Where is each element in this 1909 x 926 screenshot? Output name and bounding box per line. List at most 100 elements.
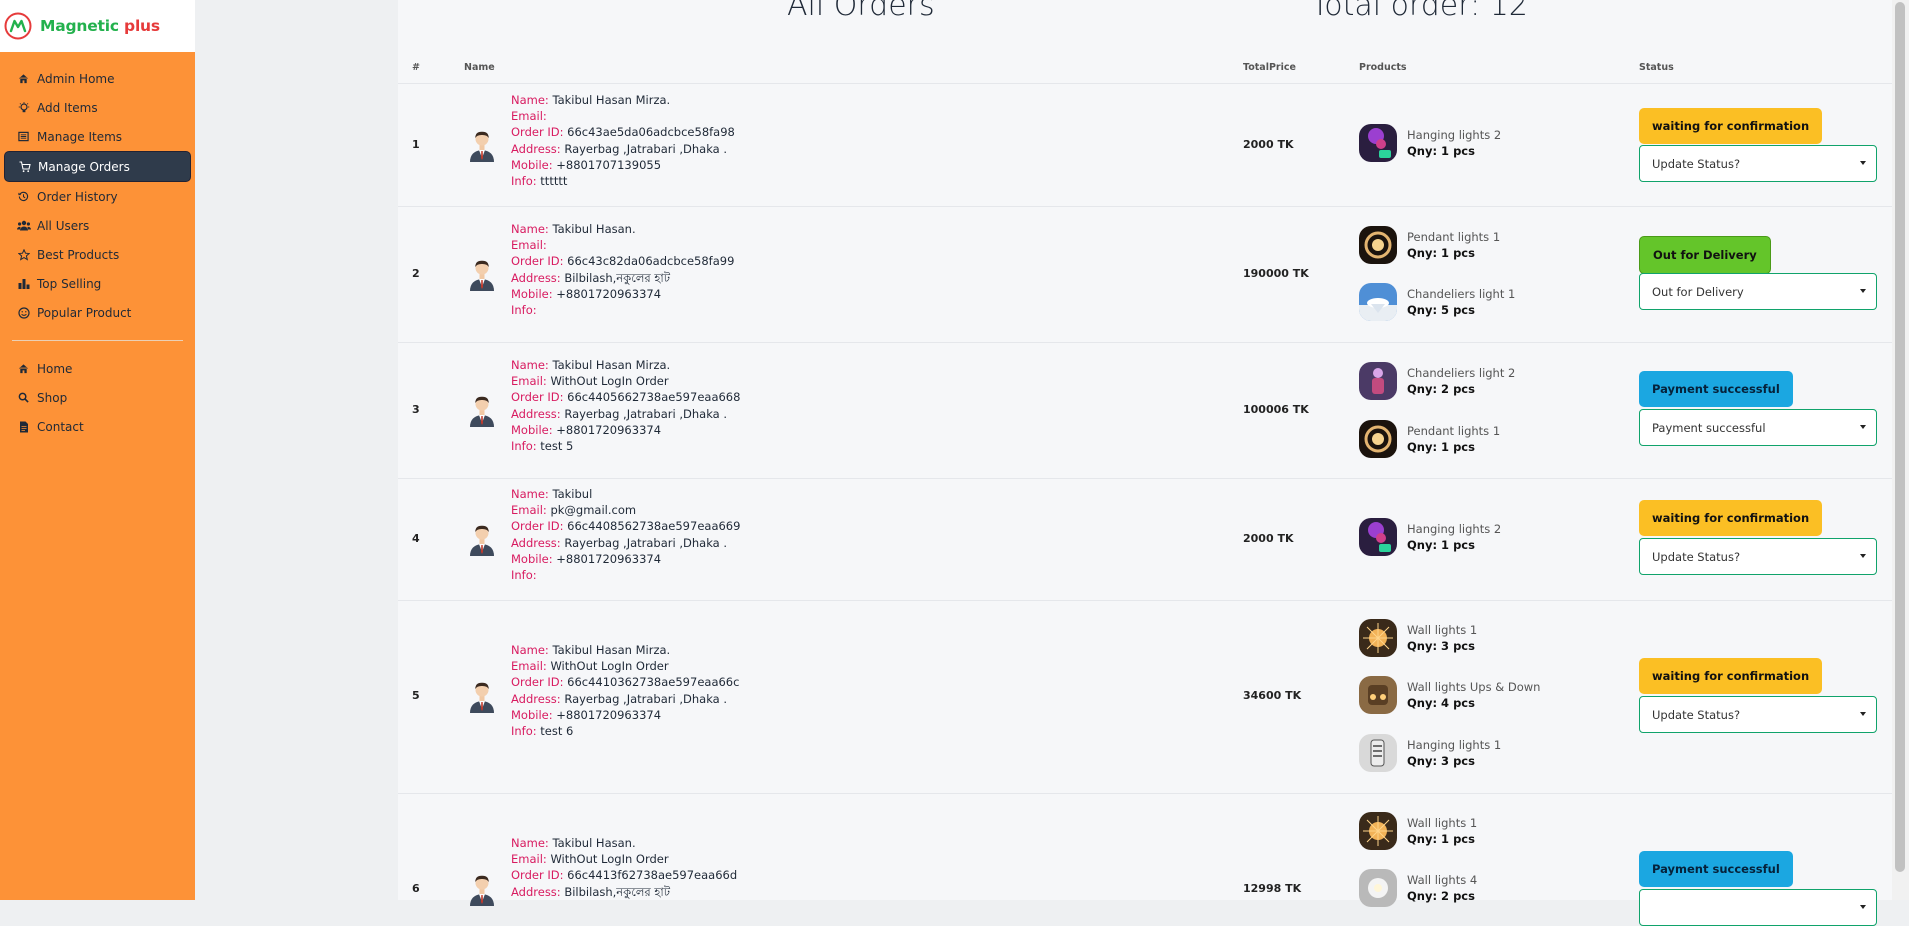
customer-mobile: +8801720963374 <box>556 551 662 566</box>
customer-email: pk@gmail.com <box>550 503 637 518</box>
chevron-down-icon <box>1860 425 1866 429</box>
sidebar-item-top-selling[interactable]: Top Selling <box>4 269 191 298</box>
product-name: Hanging lights 2 <box>1407 128 1502 142</box>
sidebar-link-home[interactable]: Home <box>4 354 191 383</box>
nav-divider <box>12 340 183 341</box>
customer-info: Name: Takibul Hasan Mirza. Email: WithOu… <box>511 643 740 739</box>
search-icon <box>16 392 31 403</box>
product-quantity: Qny: 2 pcs <box>1407 382 1475 396</box>
customer-address: Bilbilash,নকুলের হাট <box>564 270 671 285</box>
customer-name: Takibul Hasan Mirza. <box>552 93 671 107</box>
status-badge: Payment successful <box>1639 371 1793 407</box>
status-badge: waiting for confirmation <box>1639 108 1823 144</box>
page-title: All Orders <box>787 0 935 23</box>
customer-note: test 6 <box>540 724 574 739</box>
product-item: Chandeliers light 2 Qny: 2 pcs <box>1359 362 1515 400</box>
status-select[interactable]: Update Status? <box>1639 145 1877 182</box>
product-image <box>1359 676 1397 714</box>
scrollbar-thumb[interactable] <box>1895 2 1905 872</box>
row-number: 4 <box>412 532 420 545</box>
sidebar-item-manage-orders[interactable]: Manage Orders <box>4 151 191 182</box>
sidebar-item-manage-items[interactable]: Manage Items <box>4 122 191 151</box>
product-item: Wall lights 1 Qny: 1 pcs <box>1359 812 1477 850</box>
order-id: 66c4410362738ae597eaa66c <box>567 675 740 690</box>
admin-nav: Admin Home Add Items Manage Items Manage… <box>0 52 195 327</box>
status-select[interactable] <box>1639 889 1877 926</box>
sidebar-link-contact[interactable]: Contact <box>4 412 191 441</box>
product-quantity: Qny: 2 pcs <box>1407 889 1475 903</box>
cart-icon <box>17 160 32 173</box>
order-total-price: 2000 TK <box>1243 532 1294 545</box>
document-icon <box>16 421 31 433</box>
customer-name: Takibul Hasan Mirza. <box>552 358 671 372</box>
customer-email: WithOut LogIn Order <box>550 374 669 389</box>
status-select[interactable]: Update Status? <box>1639 696 1877 733</box>
sidebar-item-admin-home[interactable]: Admin Home <box>4 64 191 93</box>
star-icon <box>16 248 31 261</box>
page-scrollbar[interactable] <box>1892 0 1909 900</box>
product-quantity: Qny: 1 pcs <box>1407 440 1475 454</box>
customer-info: Name: Takibul Hasan. Email: WithOut LogI… <box>511 836 738 899</box>
sidebar-item-all-users[interactable]: All Users <box>4 211 191 240</box>
customer-mobile: +8801720963374 <box>556 422 662 437</box>
order-id: 66c4405662738ae597eaa668 <box>567 390 741 405</box>
customer-info: Name: Takibul Hasan. Email: Order ID: 66… <box>511 222 735 318</box>
status-select[interactable]: Update Status? <box>1639 538 1877 575</box>
sidebar-item-best-products[interactable]: Best Products <box>4 240 191 269</box>
lightbulb-icon <box>16 101 31 114</box>
product-image <box>1359 362 1397 400</box>
product-name: Wall lights 1 <box>1407 816 1478 830</box>
row-number: 1 <box>412 138 420 151</box>
order-id: 66c4413f62738ae597eaa66d <box>567 868 738 883</box>
status-badge: Out for Delivery <box>1639 236 1771 274</box>
product-quantity: Qny: 1 pcs <box>1407 538 1475 552</box>
table-row: 1 Name: Takibul Hasan Mirza. Email: Orde… <box>398 84 1892 207</box>
product-name: Pendant lights 1 <box>1407 424 1501 438</box>
customer-mobile: +8801720963374 <box>556 707 662 722</box>
avatar <box>468 257 496 291</box>
history-icon <box>16 191 31 202</box>
customer-name: Takibul <box>552 487 593 501</box>
product-name: Wall lights 1 <box>1407 623 1478 637</box>
order-id: 66c43ae5da06adcbce58fa98 <box>567 125 735 140</box>
product-name: Pendant lights 1 <box>1407 230 1501 244</box>
chevron-down-icon <box>1860 905 1866 909</box>
customer-address: Rayerbag ,Jatrabari ,Dhaka . <box>564 691 728 706</box>
order-total-price: 12998 TK <box>1243 882 1302 895</box>
product-item: Chandeliers light 1 Qny: 5 pcs <box>1359 283 1515 321</box>
product-name: Wall lights Ups & Down <box>1407 680 1541 694</box>
brand[interactable]: Magnetic plus <box>0 0 195 52</box>
customer-mobile: +8801707139055 <box>556 157 662 172</box>
order-total-price: 100006 TK <box>1243 403 1309 416</box>
product-name: Chandeliers light 2 <box>1407 366 1516 380</box>
product-item: Hanging lights 2 Qny: 1 pcs <box>1359 518 1501 556</box>
product-item: Hanging lights 1 Qny: 3 pcs <box>1359 734 1501 772</box>
product-item: Wall lights Ups & Down Qny: 4 pcs <box>1359 676 1540 714</box>
table-row: 5 Name: Takibul Hasan Mirza. Email: With… <box>398 600 1892 794</box>
product-image <box>1359 283 1397 321</box>
status-select[interactable]: Payment successful <box>1639 409 1877 446</box>
product-image <box>1359 226 1397 264</box>
status-select[interactable]: Out for Delivery <box>1639 273 1877 310</box>
sidebar-item-popular-product[interactable]: Popular Product <box>4 298 191 327</box>
order-total-price: 34600 TK <box>1243 689 1302 702</box>
product-item: Wall lights 1 Qny: 3 pcs <box>1359 619 1477 657</box>
col-header-name: Name <box>464 62 495 73</box>
col-header-products: Products <box>1359 62 1407 73</box>
house-icon <box>16 363 31 374</box>
product-quantity: Qny: 1 pcs <box>1407 246 1475 260</box>
chevron-down-icon <box>1860 554 1866 558</box>
sidebar-item-add-items[interactable]: Add Items <box>4 93 191 122</box>
product-item: Hanging lights 2 Qny: 1 pcs <box>1359 124 1501 162</box>
customer-note: tttttt <box>540 174 568 189</box>
chart-icon <box>16 278 31 289</box>
sidebar-item-order-history[interactable]: Order History <box>4 182 191 211</box>
table-row: 2 Name: Takibul Hasan. Email: Order ID: … <box>398 206 1892 343</box>
avatar <box>468 128 496 162</box>
brand-name: Magnetic plus <box>40 17 160 35</box>
customer-address: Rayerbag ,Jatrabari ,Dhaka . <box>564 406 728 421</box>
users-icon <box>16 220 31 231</box>
customer-email: WithOut LogIn Order <box>550 852 669 867</box>
sidebar-link-shop[interactable]: Shop <box>4 383 191 412</box>
order-total-price: 2000 TK <box>1243 138 1294 151</box>
